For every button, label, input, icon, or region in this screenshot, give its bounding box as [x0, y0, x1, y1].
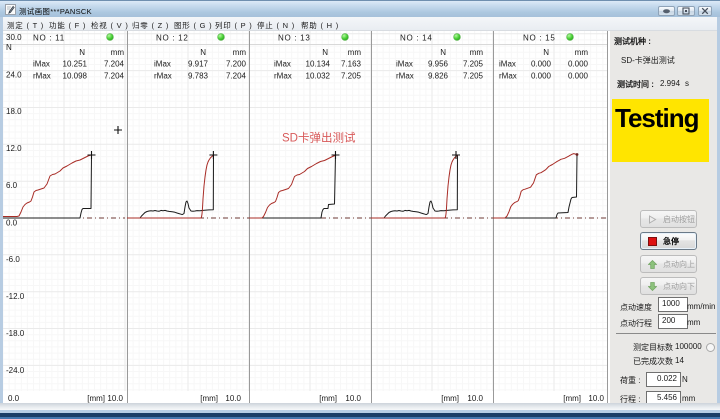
svg-text:NO : 14: NO : 14	[400, 34, 432, 43]
svg-text:-12.0: -12.0	[6, 292, 25, 301]
svg-text:[mm]: [mm]	[200, 394, 218, 403]
svg-text:rMax: rMax	[154, 72, 172, 81]
svg-text:SD卡弹出测试: SD卡弹出测试	[282, 131, 356, 145]
svg-text:N: N	[322, 48, 328, 57]
svg-text:7.205: 7.205	[463, 60, 484, 69]
svg-text:12.0: 12.0	[6, 144, 22, 153]
svg-text:N: N	[6, 43, 12, 52]
svg-text:iMax: iMax	[274, 60, 291, 69]
svg-text:rMax: rMax	[396, 72, 414, 81]
svg-text:10.0: 10.0	[345, 394, 361, 403]
svg-text:10.032: 10.032	[306, 72, 331, 81]
svg-text:rMax: rMax	[274, 72, 292, 81]
svg-text:mm: mm	[111, 48, 125, 57]
svg-text:[mm]: [mm]	[319, 394, 337, 403]
svg-text:mm: mm	[348, 48, 362, 57]
svg-text:[mm]: [mm]	[563, 394, 581, 403]
svg-text:iMax: iMax	[499, 60, 516, 69]
svg-text:mm: mm	[233, 48, 247, 57]
svg-text:10.0: 10.0	[588, 394, 604, 403]
svg-text:0.0: 0.0	[6, 219, 18, 228]
svg-text:mm: mm	[575, 48, 589, 57]
svg-text:7.204: 7.204	[104, 72, 125, 81]
svg-text:10.251: 10.251	[63, 60, 88, 69]
svg-text:10.0: 10.0	[107, 394, 123, 403]
svg-text:10.0: 10.0	[225, 394, 241, 403]
svg-text:0.0: 0.0	[8, 394, 20, 403]
svg-text:9.917: 9.917	[188, 60, 209, 69]
svg-text:NO : 15: NO : 15	[523, 34, 555, 43]
svg-text:NO : 13: NO : 13	[278, 34, 310, 43]
svg-text:mm: mm	[470, 48, 484, 57]
svg-text:9.826: 9.826	[428, 72, 449, 81]
svg-text:9.956: 9.956	[428, 60, 449, 69]
svg-text:-18.0: -18.0	[6, 329, 25, 338]
svg-text:0.000: 0.000	[531, 72, 552, 81]
svg-text:N: N	[79, 48, 85, 57]
svg-text:0.000: 0.000	[568, 72, 589, 81]
svg-text:6.0: 6.0	[6, 181, 18, 190]
svg-text:0.000: 0.000	[568, 60, 589, 69]
svg-text:NO : 11: NO : 11	[33, 34, 65, 43]
svg-text:N: N	[543, 48, 549, 57]
svg-text:7.205: 7.205	[341, 72, 362, 81]
svg-text:N: N	[200, 48, 206, 57]
svg-text:7.163: 7.163	[341, 60, 362, 69]
svg-text:iMax: iMax	[154, 60, 171, 69]
svg-text:7.200: 7.200	[226, 60, 247, 69]
svg-text:0.000: 0.000	[531, 60, 552, 69]
svg-text:10.0: 10.0	[467, 394, 483, 403]
svg-text:iMax: iMax	[33, 60, 50, 69]
svg-text:-6.0: -6.0	[6, 255, 20, 264]
svg-text:10.134: 10.134	[306, 60, 331, 69]
svg-text:[mm]: [mm]	[87, 394, 105, 403]
svg-text:9.783: 9.783	[188, 72, 209, 81]
svg-text:rMax: rMax	[33, 72, 51, 81]
svg-text:7.204: 7.204	[226, 72, 247, 81]
svg-text:24.0: 24.0	[6, 71, 22, 80]
svg-text:10.098: 10.098	[63, 72, 88, 81]
svg-text:7.204: 7.204	[104, 60, 125, 69]
svg-text:18.0: 18.0	[6, 107, 22, 116]
svg-text:30.0: 30.0	[6, 33, 22, 42]
svg-text:iMax: iMax	[396, 60, 413, 69]
svg-text:-24.0: -24.0	[6, 366, 25, 375]
svg-text:rMax: rMax	[499, 72, 517, 81]
svg-text:NO : 12: NO : 12	[156, 34, 188, 43]
svg-text:[mm]: [mm]	[441, 394, 459, 403]
svg-text:N: N	[440, 48, 446, 57]
svg-text:7.205: 7.205	[463, 72, 484, 81]
